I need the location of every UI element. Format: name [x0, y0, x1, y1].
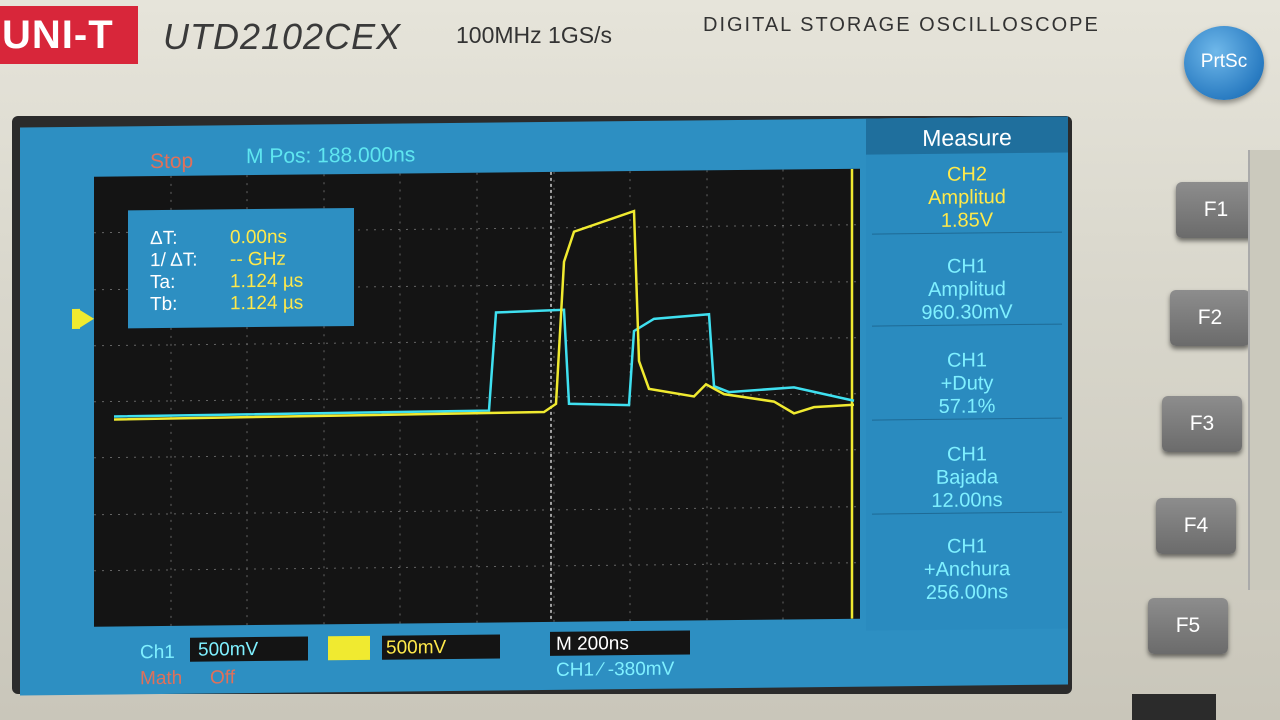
measure-value: 256.00ns: [925, 581, 1009, 605]
delta-t-value: 0.00ns: [230, 226, 288, 249]
status-bar: Stop M Pos: 188.000ns: [20, 119, 870, 178]
measure-value: 12.00ns: [931, 489, 1003, 512]
oscilloscope-screen: Stop M Pos: 188.000ns ▼ ΔT:0.00ns 1/ ΔT:…: [20, 116, 1068, 696]
brand-logo: UNI-T: [0, 6, 138, 64]
timebase: M 200ns: [556, 633, 629, 655]
device-description: DIGITAL STORAGE OSCILLOSCOPE: [703, 14, 1100, 36]
f5-button[interactable]: F5: [1148, 598, 1228, 654]
ta-value: 1.124 µs: [230, 270, 304, 293]
measure-name: +Duty: [940, 372, 994, 395]
delta-t-label: ΔT:: [150, 227, 178, 250]
prtsc-button[interactable]: PrtSc: [1184, 26, 1264, 100]
measure-item[interactable]: CH1 +Anchura 256.00ns: [872, 535, 1062, 606]
ch1-label: Ch1: [140, 641, 175, 664]
spec-label: 100MHz 1GS/s: [456, 22, 612, 48]
f2-button[interactable]: F2: [1170, 290, 1250, 346]
ch1-scale-box: 500mV: [190, 636, 308, 662]
timebase-box: M 200ns: [550, 630, 690, 656]
bottom-status-bar: Ch1 500mV 500mV Math Off M 200ns CH1 ⁄ -…: [20, 619, 870, 696]
measure-item[interactable]: CH1 Amplitud 960.30mV: [872, 254, 1062, 327]
model-name: UTD2102CEX: [163, 16, 402, 57]
inv-delta-t-label: 1/ ΔT:: [150, 249, 198, 272]
usb-port: [1132, 694, 1216, 720]
cursor-readout: ΔT: 0.00ns 1/ ΔT: -- GHz Ta: 1.124 µs Tb: 1.…: [128, 207, 354, 329]
f3-button[interactable]: F3: [1162, 396, 1242, 452]
f4-button[interactable]: F4: [1156, 498, 1236, 554]
ch2-level-arrow: [78, 308, 94, 329]
measure-channel: CH1: [946, 255, 987, 278]
f1-button[interactable]: F1: [1176, 182, 1256, 238]
measure-channel: CH1: [946, 349, 987, 372]
measure-name: Amplitud: [928, 186, 1006, 209]
tb-label: Tb:: [150, 293, 178, 316]
measure-item[interactable]: CH1 Bajada 12.00ns: [872, 442, 1062, 515]
measure-name: Bajada: [935, 466, 999, 489]
math-state: Off: [210, 667, 235, 689]
ch2-scale: 500mV: [386, 637, 447, 659]
run-state: Stop: [150, 149, 194, 174]
math-label: Math: [140, 667, 183, 690]
ch2-scale-box: 500mV: [382, 634, 500, 660]
measure-title: Measure: [866, 116, 1068, 155]
horizontal-position: M Pos: 188.000ns: [246, 143, 416, 169]
ch1-scale: 500mV: [198, 638, 259, 661]
measure-channel: CH1: [946, 443, 987, 466]
measure-name: +Anchura: [923, 558, 1011, 582]
tb-value: 1.124 µs: [230, 292, 304, 315]
measure-value: 1.85V: [940, 209, 994, 232]
side-panel: [1248, 150, 1280, 590]
ch2-indicator: [328, 635, 370, 661]
measure-item[interactable]: CH2 Amplitud 1.85V: [872, 162, 1062, 235]
measure-channel: CH2: [946, 163, 987, 186]
measure-item[interactable]: CH1 +Duty 57.1%: [872, 348, 1062, 421]
trigger-info: CH1 ⁄ -380mV: [556, 658, 675, 681]
measure-channel: CH1: [946, 535, 987, 558]
measure-value: 960.30mV: [921, 301, 1013, 325]
measure-value: 57.1%: [938, 395, 996, 418]
ta-label: Ta:: [150, 271, 176, 294]
measure-name: Amplitud: [928, 278, 1006, 301]
inv-delta-t-value: -- GHz: [230, 248, 286, 271]
measure-panel: Measure CH2 Amplitud 1.85V CH1 Amplitud …: [866, 116, 1068, 631]
